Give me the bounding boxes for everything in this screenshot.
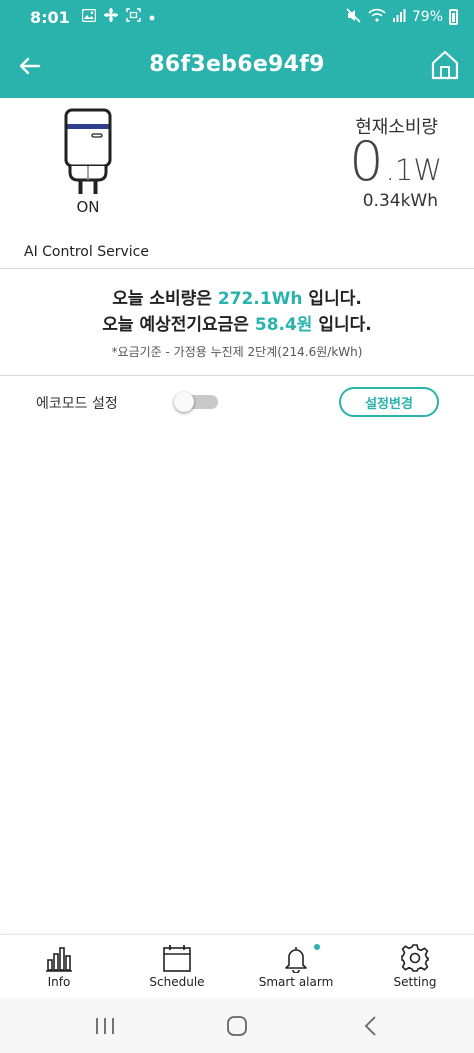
ai-service-label: AI Control Service (24, 244, 149, 260)
signal-icon (392, 8, 406, 26)
summary-line2-prefix: 오늘 예상전기요금은 (102, 315, 255, 335)
nav-smart-alarm-label: Smart alarm (258, 975, 334, 989)
recents-icon[interactable] (91, 1012, 119, 1040)
home-circle-icon[interactable] (223, 1012, 251, 1040)
summary-line1-prefix: 오늘 소비량은 (112, 289, 218, 309)
nav-smart-alarm[interactable]: Smart alarm (237, 935, 355, 999)
bar-chart-icon (46, 947, 72, 972)
back-chevron-icon[interactable] (357, 1012, 385, 1040)
battery-icon (449, 9, 458, 25)
gear-icon (401, 944, 429, 972)
mute-icon (346, 7, 362, 27)
fan-icon (103, 8, 118, 26)
nav-schedule[interactable]: Schedule (118, 935, 236, 999)
battery-percent: 79% (411, 9, 443, 25)
status-time: 8:01 (30, 7, 70, 27)
rate-note: *요금기준 - 가정용 누진제 2단계(214.6원/kWh) (111, 345, 363, 359)
alarm-badge-dot (314, 944, 320, 950)
toggle-knob (174, 392, 194, 412)
current-power: 0 .1W (349, 132, 442, 192)
energy-total: 0.34kWh (362, 191, 438, 211)
system-nav-bar (0, 998, 474, 1053)
wifi-icon (368, 8, 386, 26)
smart-plug-icon (58, 106, 118, 196)
device-id-title: 86f3eb6e94f9 (149, 52, 325, 77)
home-icon[interactable] (428, 48, 462, 82)
summary-line1-suffix: 입니다. (302, 289, 362, 309)
eco-mode-toggle[interactable] (174, 392, 218, 412)
cost-value: 58.4원 (254, 315, 313, 335)
bottom-nav: Info Schedule Smart alarm Setting (0, 934, 474, 998)
calendar-icon (163, 945, 191, 972)
nav-schedule-label: Schedule (149, 975, 205, 989)
eco-mode-label: 에코모드 설정 (36, 396, 118, 412)
change-setting-button[interactable]: 설정변경 (339, 387, 439, 417)
bell-icon (285, 947, 307, 973)
summary-cost: 오늘 예상전기요금은 58.4원 입니다. (0, 310, 474, 335)
status-bar: 8:01 79% (0, 0, 474, 34)
consumption-value: 272.1Wh (217, 289, 303, 309)
summary-line2-suffix: 입니다. (312, 315, 372, 335)
device-state: ON (76, 198, 100, 216)
nav-setting-label: Setting (393, 975, 437, 989)
nav-setting[interactable]: Setting (356, 935, 474, 999)
app-bar: 86f3eb6e94f9 (0, 34, 474, 98)
divider (0, 375, 474, 376)
power-small-digits: .1W (385, 153, 442, 187)
power-big-digit: 0 (349, 130, 384, 193)
summary-consumption: 오늘 소비량은 272.1Wh 입니다. (0, 284, 474, 309)
image-icon (81, 8, 96, 26)
dot-icon (149, 10, 155, 25)
divider (0, 268, 474, 269)
screenshot-icon (126, 8, 141, 26)
nav-info-label: Info (47, 975, 71, 989)
nav-info[interactable]: Info (0, 935, 118, 999)
